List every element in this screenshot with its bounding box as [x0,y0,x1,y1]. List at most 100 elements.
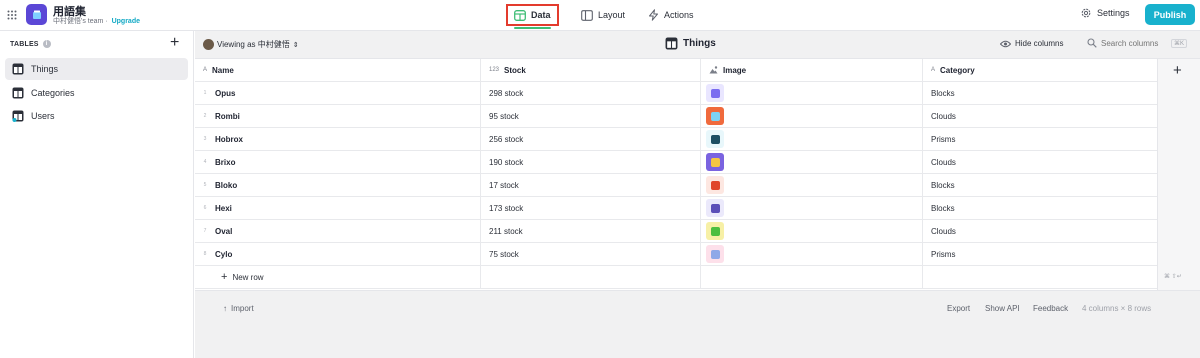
thumbnail-image[interactable] [706,222,724,240]
row-number: 7 [203,228,207,234]
table-size-summary: 4 columns × 8 rows [1082,304,1152,313]
row-number: 6 [203,205,207,211]
publish-button[interactable]: Publish [1145,4,1195,25]
tab-layout[interactable]: Layout [575,4,631,26]
feedback-button[interactable]: Feedback [1033,304,1068,313]
upgrade-link[interactable]: Upgrade [112,18,140,25]
thumbnail-image[interactable] [706,130,724,148]
image-cell[interactable] [701,174,923,196]
apps-grid-icon[interactable] [7,10,17,20]
stock-cell[interactable]: 95 stock [481,105,701,127]
table-row[interactable]: 1 Opus 298 stock Blocks [195,82,1157,105]
thumbnail-image[interactable] [706,84,724,102]
category-cell[interactable]: Clouds [923,105,1157,127]
table-row[interactable]: 5 Bloko 17 stock Blocks [195,174,1157,197]
gear-icon [1081,8,1091,18]
add-column-strip: + ⌘ ⇧↵ [1157,59,1200,290]
name-value: Rombi [215,111,240,121]
new-row-cell: + New row [195,266,481,288]
thumbnail-shape [710,203,720,213]
image-cell[interactable] [701,105,923,127]
tab-actions[interactable]: Actions [642,4,700,26]
category-cell[interactable]: Prisms [923,243,1157,265]
stock-value: 211 stock [489,226,523,236]
name-value: Cylo [215,249,233,259]
stock-cell[interactable]: 190 stock [481,151,701,173]
category-cell[interactable]: Clouds [923,151,1157,173]
hide-columns-label: Hide columns [1015,39,1064,48]
import-button[interactable]: ↑ Import [223,304,254,313]
name-value: Hobrox [215,134,243,144]
show-api-button[interactable]: Show API [985,304,1020,313]
sidebar-item-categories[interactable]: Categories [5,82,188,104]
text-type-icon: A [203,67,208,73]
new-row-button[interactable]: + New row [195,271,264,283]
table-icon [12,87,24,99]
name-cell[interactable]: 8 Cylo [195,243,481,265]
category-value: Blocks [931,203,955,213]
stock-cell[interactable]: 17 stock [481,174,701,196]
image-cell[interactable] [701,243,923,265]
table-row[interactable]: 4 Brixo 190 stock Clouds [195,151,1157,174]
category-cell[interactable]: Clouds [923,220,1157,242]
category-cell[interactable]: Prisms [923,128,1157,150]
thumbnail-image[interactable] [706,199,724,217]
name-cell[interactable]: 6 Hexi [195,197,481,219]
thumbnail-image[interactable] [706,153,724,171]
sidebar-item-things[interactable]: Things [5,58,188,80]
category-value: Blocks [931,180,955,190]
viewing-as-selector[interactable]: Viewing as 中村健悟 ⇕ [203,39,299,50]
add-column-button[interactable]: + [1173,62,1182,79]
column-header-label: Stock [504,65,526,75]
stock-cell[interactable]: 211 stock [481,220,701,242]
settings-button[interactable]: Settings [1080,7,1130,19]
table-footer: ↑ Import Export Show API Feedback 4 colu… [195,290,1200,358]
image-cell[interactable] [701,128,923,150]
tab-layout-label: Layout [598,10,626,20]
column-header-stock[interactable]: 123 Stock [481,59,701,81]
column-header-image[interactable]: Image [701,59,923,81]
category-cell[interactable]: Blocks [923,197,1157,219]
name-cell[interactable]: 2 Rombi [195,105,481,127]
thumbnail-image[interactable] [706,245,724,263]
team-line: 中村健悟's team · Upgrade [53,16,140,26]
add-table-button[interactable]: + [170,35,179,51]
table-row[interactable]: 6 Hexi 173 stock Blocks [195,197,1157,220]
thumbnail-shape [710,180,720,190]
sidebar-item-users[interactable]: Users [5,105,188,127]
column-header-category[interactable]: A Category [923,59,1157,81]
column-header-name[interactable]: A Name [195,59,481,81]
thumbnail-image[interactable] [706,107,724,125]
name-cell[interactable]: 3 Hobrox [195,128,481,150]
image-cell[interactable] [701,197,923,219]
table-row[interactable]: 7 Oval 211 stock Clouds [195,220,1157,243]
app-logo[interactable] [26,4,47,25]
layout-icon [581,9,593,21]
table-row[interactable]: 2 Rombi 95 stock Clouds [195,105,1157,128]
stock-cell[interactable]: 75 stock [481,243,701,265]
category-cell[interactable]: Blocks [923,174,1157,196]
stock-cell[interactable]: 173 stock [481,197,701,219]
name-cell[interactable]: 7 Oval [195,220,481,242]
tab-data[interactable]: Data [506,4,559,29]
export-button[interactable]: Export [947,304,970,313]
search-shortcut: ⌘K [1171,38,1188,48]
image-cell[interactable] [701,82,923,104]
thumbnail-shape [710,249,720,259]
table-icon [665,37,678,50]
hide-columns-button[interactable]: Hide columns [1000,39,1063,48]
thumbnail-image[interactable] [706,176,724,194]
info-icon[interactable]: i [42,40,51,48]
category-cell[interactable]: Blocks [923,82,1157,104]
image-cell[interactable] [701,220,923,242]
table-row[interactable]: 8 Cylo 75 stock Prisms [195,243,1157,266]
settings-label: Settings [1097,8,1130,18]
stock-cell[interactable]: 298 stock [481,82,701,104]
search-columns-input[interactable] [1101,38,1167,48]
table-row[interactable]: 3 Hobrox 256 stock Prisms [195,128,1157,151]
name-cell[interactable]: 5 Bloko [195,174,481,196]
name-cell[interactable]: 4 Brixo [195,151,481,173]
name-cell[interactable]: 1 Opus [195,82,481,104]
stock-cell[interactable]: 256 stock [481,128,701,150]
image-cell[interactable] [701,151,923,173]
